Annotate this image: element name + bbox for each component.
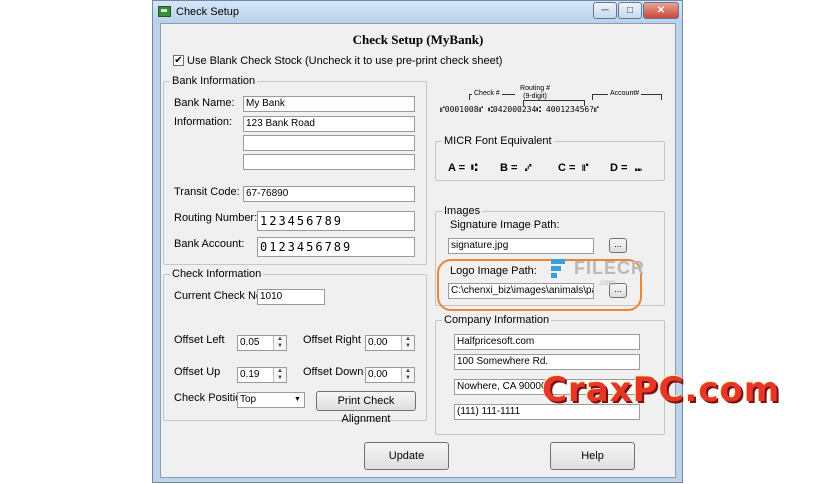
bank-account-label: Bank Account: [174,238,245,250]
micr-c-glyph: ⑈ [582,161,589,174]
title-bar[interactable]: Check Setup ─ □ ✕ [153,1,682,23]
logo-path-input[interactable]: C:\chenxi_biz\images\animals\painter [448,283,594,299]
offset-up-label: Offset Up [174,366,221,378]
bank-information-label: Bank Information [170,75,258,87]
micr-d-glyph: ⑉ [635,161,642,174]
offset-left-spinner[interactable]: 0.05 ▲ ▼ [237,335,287,351]
signature-browse-button[interactable]: ... [609,238,627,253]
company-line-2[interactable]: 100 Somewhere Rd. [454,354,640,370]
offset-up-value: 0.19 [240,369,260,380]
micr-account-caption: Account# [608,90,642,97]
micr-a-glyph: ⑆ [471,161,478,174]
signature-path-input[interactable]: signature.jpg [448,238,594,254]
micr-font-group: MICR Font Equivalent [435,135,665,181]
routing-number-input[interactable]: 123456789 [257,211,415,231]
close-button[interactable]: ✕ [643,2,679,19]
offset-down-spinner[interactable]: 0.00 ▲ ▼ [365,367,415,383]
filecr-logo-icon [548,256,572,280]
micr-c-letter: C = [558,162,576,174]
blank-stock-checkbox[interactable]: ✔ [173,55,184,66]
company-line-1[interactable]: Halfpricesoft.com [454,334,640,350]
information-label: Information: [174,116,233,128]
print-check-alignment-button[interactable]: Print Check Alignment [316,391,416,425]
micr-line: ⑈0001008⑈ ⑆042000234⑆ 400123456?⑈ [440,105,599,114]
minimize-button[interactable]: ─ [593,2,617,19]
app-icon [158,6,171,17]
signature-path-label: Signature Image Path: [450,219,560,231]
check-position-select[interactable]: Top ▼ [237,392,305,408]
bank-name-label: Bank Name: [174,97,235,109]
check-information-label: Check Information [170,268,264,280]
offset-right-spin-arrows-icon[interactable]: ▲ ▼ [401,336,414,350]
check-position-value: Top [240,394,257,405]
company-information-label: Company Information [442,314,552,326]
bank-account-input[interactable]: 0123456789 [257,237,415,257]
routing-number-label: Routing Number: [174,212,258,224]
bank-info-line-2[interactable] [243,135,415,151]
micr-routing-caption: Routing # [515,85,555,92]
offset-down-value: 0.00 [368,369,388,380]
offset-left-value: 0.05 [240,337,260,348]
current-check-label: Current Check No: [174,290,266,302]
offset-right-label: Offset Right [303,334,361,346]
update-button[interactable]: Update [364,442,449,470]
offset-right-value: 0.00 [368,337,388,348]
craxpc-watermark: CraxPC.com [542,370,781,410]
current-check-input[interactable]: 1010 [257,289,325,305]
micr-a-letter: A = [448,162,466,174]
bank-name-input[interactable]: My Bank [243,96,415,112]
offset-left-label: Offset Left [174,334,225,346]
logo-path-label: Logo Image Path: [450,265,537,277]
check-setup-window: Check Setup ─ □ ✕ Check Setup (MyBank) ✔… [152,0,683,483]
bank-info-line-3[interactable] [243,154,415,170]
offset-up-spin-arrows-icon[interactable]: ▲ ▼ [273,368,286,382]
micr-b-glyph: ⑇ [525,161,532,174]
micr-sample: Routing # (9-digit) Check # Account# ⑈00… [438,82,668,120]
filecr-watermark-sub: .com [598,278,616,287]
transit-code-input[interactable]: 67-76890 [243,186,415,202]
micr-d-letter: D = [610,162,628,174]
offset-left-spin-arrows-icon[interactable]: ▲ ▼ [273,336,286,350]
window-title: Check Setup [176,6,239,18]
images-label: Images [442,205,483,217]
dialog-heading: Check Setup (MyBank) [352,32,484,47]
micr-check-caption: Check # [472,90,502,97]
blank-stock-label: Use Blank Check Stock (Uncheck it to use… [187,55,503,67]
micr-routing-subcaption: (9-digit) [515,93,555,100]
help-button[interactable]: Help [550,442,635,470]
filecr-watermark: FILECR [574,258,645,278]
transit-code-label: Transit Code: [174,186,240,198]
maximize-button[interactable]: □ [618,2,642,19]
offset-up-spinner[interactable]: 0.19 ▲ ▼ [237,367,287,383]
offset-down-label: Offset Down [303,366,364,378]
bank-info-line-1[interactable]: 123 Bank Road [243,116,415,132]
chevron-down-icon[interactable]: ▼ [291,393,304,407]
micr-font-label: MICR Font Equivalent [442,135,554,147]
offset-down-spin-arrows-icon[interactable]: ▲ ▼ [401,368,414,382]
offset-right-spinner[interactable]: 0.00 ▲ ▼ [365,335,415,351]
micr-b-letter: B = [500,162,518,174]
